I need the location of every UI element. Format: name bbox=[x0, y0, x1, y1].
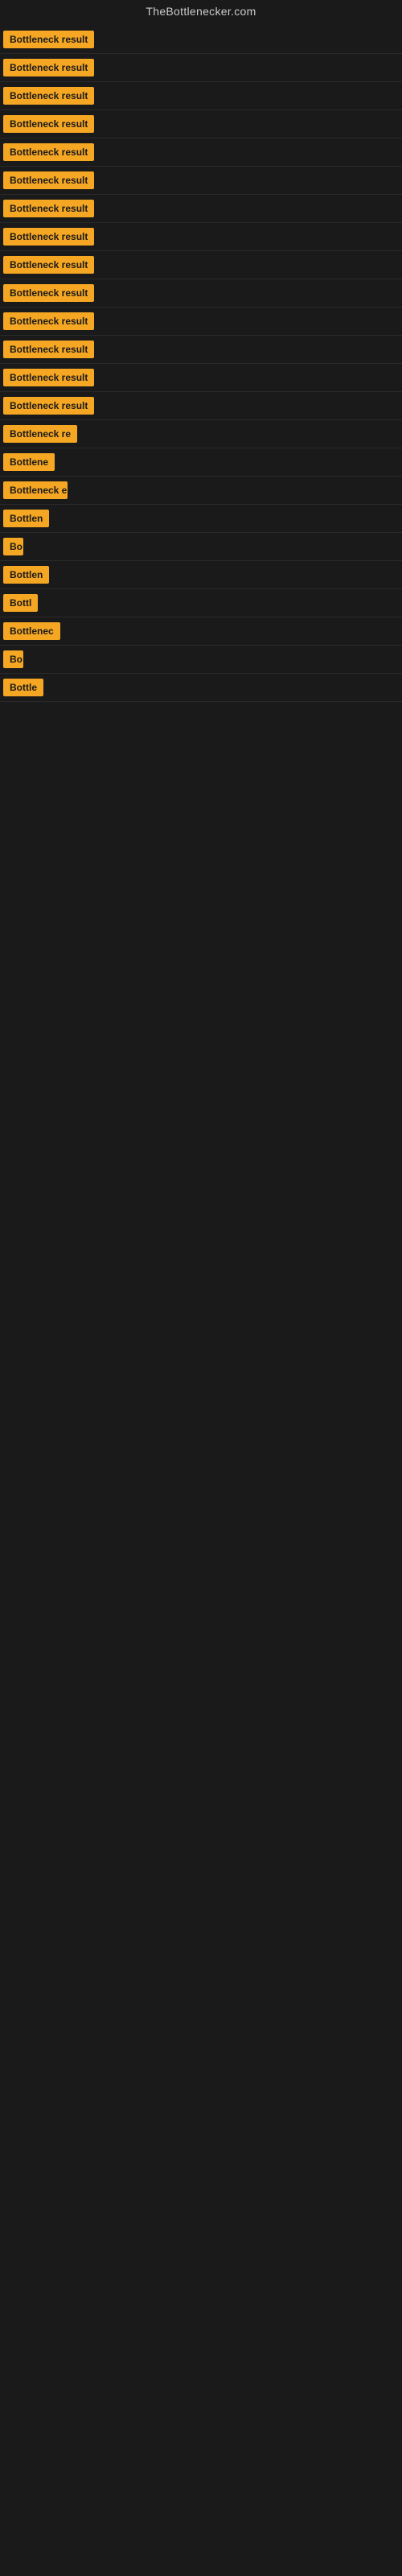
bottleneck-result-badge[interactable]: Bottleneck result bbox=[3, 312, 94, 330]
bottleneck-result-badge[interactable]: Bottleneck e bbox=[3, 481, 68, 499]
site-title-text: TheBottlenecker.com bbox=[146, 5, 256, 18]
bottleneck-result-badge[interactable]: Bottleneck re bbox=[3, 425, 77, 443]
list-item: Bottleneck result bbox=[0, 223, 402, 251]
list-item: Bottleneck result bbox=[0, 308, 402, 336]
list-item: Bottleneck result bbox=[0, 336, 402, 364]
list-item: Bottlen bbox=[0, 561, 402, 589]
list-item: Bottleneck result bbox=[0, 195, 402, 223]
list-item: Bottlene bbox=[0, 448, 402, 477]
list-item: Bottleneck result bbox=[0, 138, 402, 167]
bottleneck-result-badge[interactable]: Bottleneck result bbox=[3, 115, 94, 133]
list-item: Bottl bbox=[0, 589, 402, 617]
bottleneck-result-badge[interactable]: Bottleneck result bbox=[3, 31, 94, 48]
bottleneck-result-badge[interactable]: Bottlen bbox=[3, 510, 49, 527]
list-item: Bottleneck result bbox=[0, 251, 402, 279]
bottleneck-result-badge[interactable]: Bottleneck result bbox=[3, 143, 94, 161]
bottleneck-result-badge[interactable]: Bottlenec bbox=[3, 622, 60, 640]
list-item: Bottleneck re bbox=[0, 420, 402, 448]
list-item: Bottle bbox=[0, 674, 402, 702]
bottleneck-result-badge[interactable]: Bottleneck result bbox=[3, 369, 94, 386]
list-item: Bottleneck result bbox=[0, 26, 402, 54]
list-item: Bottlen bbox=[0, 505, 402, 533]
bottleneck-result-badge[interactable]: Bo bbox=[3, 650, 23, 668]
bottleneck-result-badge[interactable]: Bottleneck result bbox=[3, 256, 94, 274]
bottleneck-result-badge[interactable]: Bottleneck result bbox=[3, 171, 94, 189]
bottleneck-result-badge[interactable]: Bottl bbox=[3, 594, 38, 612]
list-item: Bottleneck result bbox=[0, 110, 402, 138]
list-item: Bottleneck result bbox=[0, 392, 402, 420]
bottleneck-result-badge[interactable]: Bottleneck result bbox=[3, 228, 94, 246]
bottleneck-result-badge[interactable]: Bottleneck result bbox=[3, 397, 94, 415]
bottleneck-result-badge[interactable]: Bottleneck result bbox=[3, 200, 94, 217]
bottleneck-result-badge[interactable]: Bottlene bbox=[3, 453, 55, 471]
bottleneck-result-badge[interactable]: Bottleneck result bbox=[3, 284, 94, 302]
bottleneck-result-badge[interactable]: Bottleneck result bbox=[3, 87, 94, 105]
list-item: Bottleneck result bbox=[0, 82, 402, 110]
list-item: Bottlenec bbox=[0, 617, 402, 646]
list-item: Bo bbox=[0, 533, 402, 561]
list-item: Bottleneck result bbox=[0, 364, 402, 392]
bottleneck-result-badge[interactable]: Bottleneck result bbox=[3, 59, 94, 76]
list-item: Bottleneck result bbox=[0, 279, 402, 308]
list-item: Bottleneck result bbox=[0, 54, 402, 82]
site-title: TheBottlenecker.com bbox=[0, 0, 402, 26]
list-item: Bottleneck e bbox=[0, 477, 402, 505]
bottleneck-result-badge[interactable]: Bo bbox=[3, 538, 23, 555]
list-item: Bottleneck result bbox=[0, 167, 402, 195]
bottleneck-result-badge[interactable]: Bottlen bbox=[3, 566, 49, 584]
bottleneck-result-badge[interactable]: Bottleneck result bbox=[3, 341, 94, 358]
list-item: Bo bbox=[0, 646, 402, 674]
bottleneck-result-badge[interactable]: Bottle bbox=[3, 679, 43, 696]
